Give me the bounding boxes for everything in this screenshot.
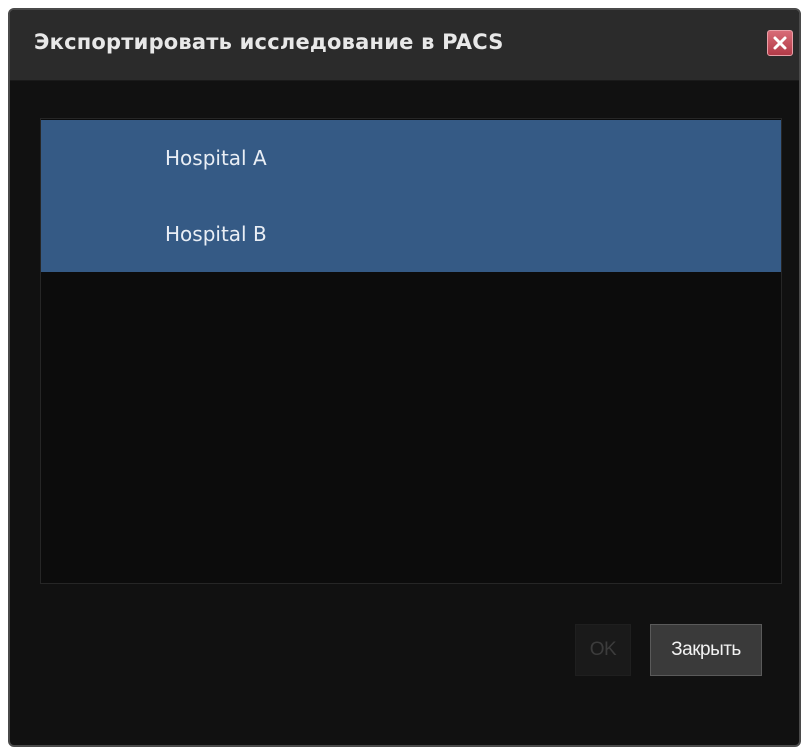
- pacs-server-list[interactable]: Hospital A Hospital B: [40, 118, 782, 584]
- dialog-titlebar: Экспортировать исследование в PACS: [10, 10, 799, 81]
- list-item-hospital-a[interactable]: Hospital A: [41, 120, 781, 196]
- list-item-label: Hospital B: [165, 222, 267, 246]
- dialog-title: Экспортировать исследование в PACS: [34, 30, 504, 54]
- list-item-hospital-b[interactable]: Hospital B: [41, 196, 781, 272]
- close-button[interactable]: Закрыть: [650, 624, 762, 676]
- close-x-icon: [773, 36, 787, 50]
- ok-button[interactable]: OK: [575, 624, 631, 676]
- list-item-label: Hospital A: [165, 146, 267, 170]
- export-pacs-dialog: Экспортировать исследование в PACS Hospi…: [8, 8, 801, 747]
- close-dialog-button[interactable]: [767, 30, 793, 56]
